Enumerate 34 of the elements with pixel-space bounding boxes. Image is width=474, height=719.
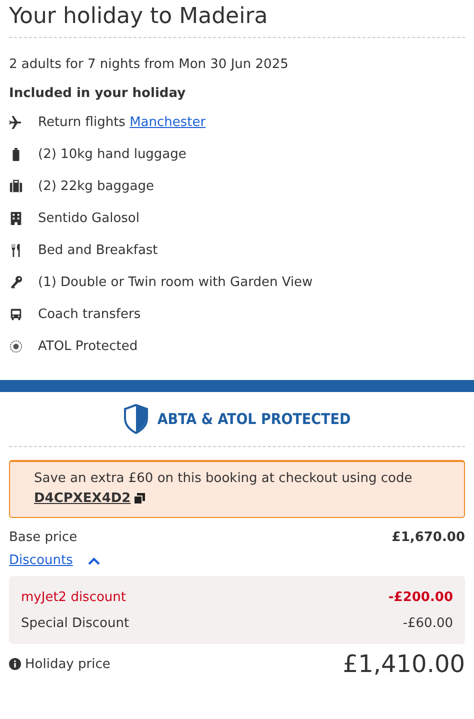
caret-icon[interactable] [86,556,101,566]
discount-value: -£60.00 [402,616,453,630]
promo-code[interactable]: D4CPXEX4D2 [34,491,131,506]
included-item: Sentido Galosol [38,210,140,226]
page-title: Your holiday to Madeira [9,0,465,38]
included-item: (2) 22kg baggage [38,178,154,194]
promo-text: Save an extra £60 on this booking at checkout using code [34,471,412,486]
included-item: ATOL Protected [38,338,138,354]
discount-label: myJet2 discount [21,590,126,604]
total-label: Holiday price [25,656,110,672]
section-heading: Included in your holiday [9,86,187,101]
copy-icon[interactable] [134,492,145,504]
protection-logo-text: ABTA & ATOL PROTECTED [157,410,351,428]
total-price: £1,410.00 [342,650,465,678]
base-price-value: £1,670.00 [392,530,465,545]
included-item: Coach transfers [38,306,141,322]
discounts-link[interactable]: Discounts [9,553,73,568]
discount-value: -£200.00 [388,590,453,604]
trip-summary: 2 adults for 7 nights from Mon 30 Jun 2025 [9,57,290,72]
shield-icon [123,404,150,434]
included-item: (1) Double or Twin room with Garden View [38,274,313,290]
room-icon [9,274,23,290]
flight-icon [9,114,23,130]
transfer-icon [9,306,23,322]
included-item: Bed and Breakfast [38,242,158,258]
airport-link[interactable]: Manchester [130,114,206,130]
atol-icon [9,338,23,354]
hotel-icon [9,210,23,226]
discount-label: Special Discount [21,616,130,630]
included-item: Return flights Manchester [38,114,206,130]
base-price-label: Base price [9,530,78,545]
included-item: (2) 10kg hand luggage [38,146,186,162]
info-icon[interactable] [9,658,21,670]
baggage-icon [9,178,23,194]
